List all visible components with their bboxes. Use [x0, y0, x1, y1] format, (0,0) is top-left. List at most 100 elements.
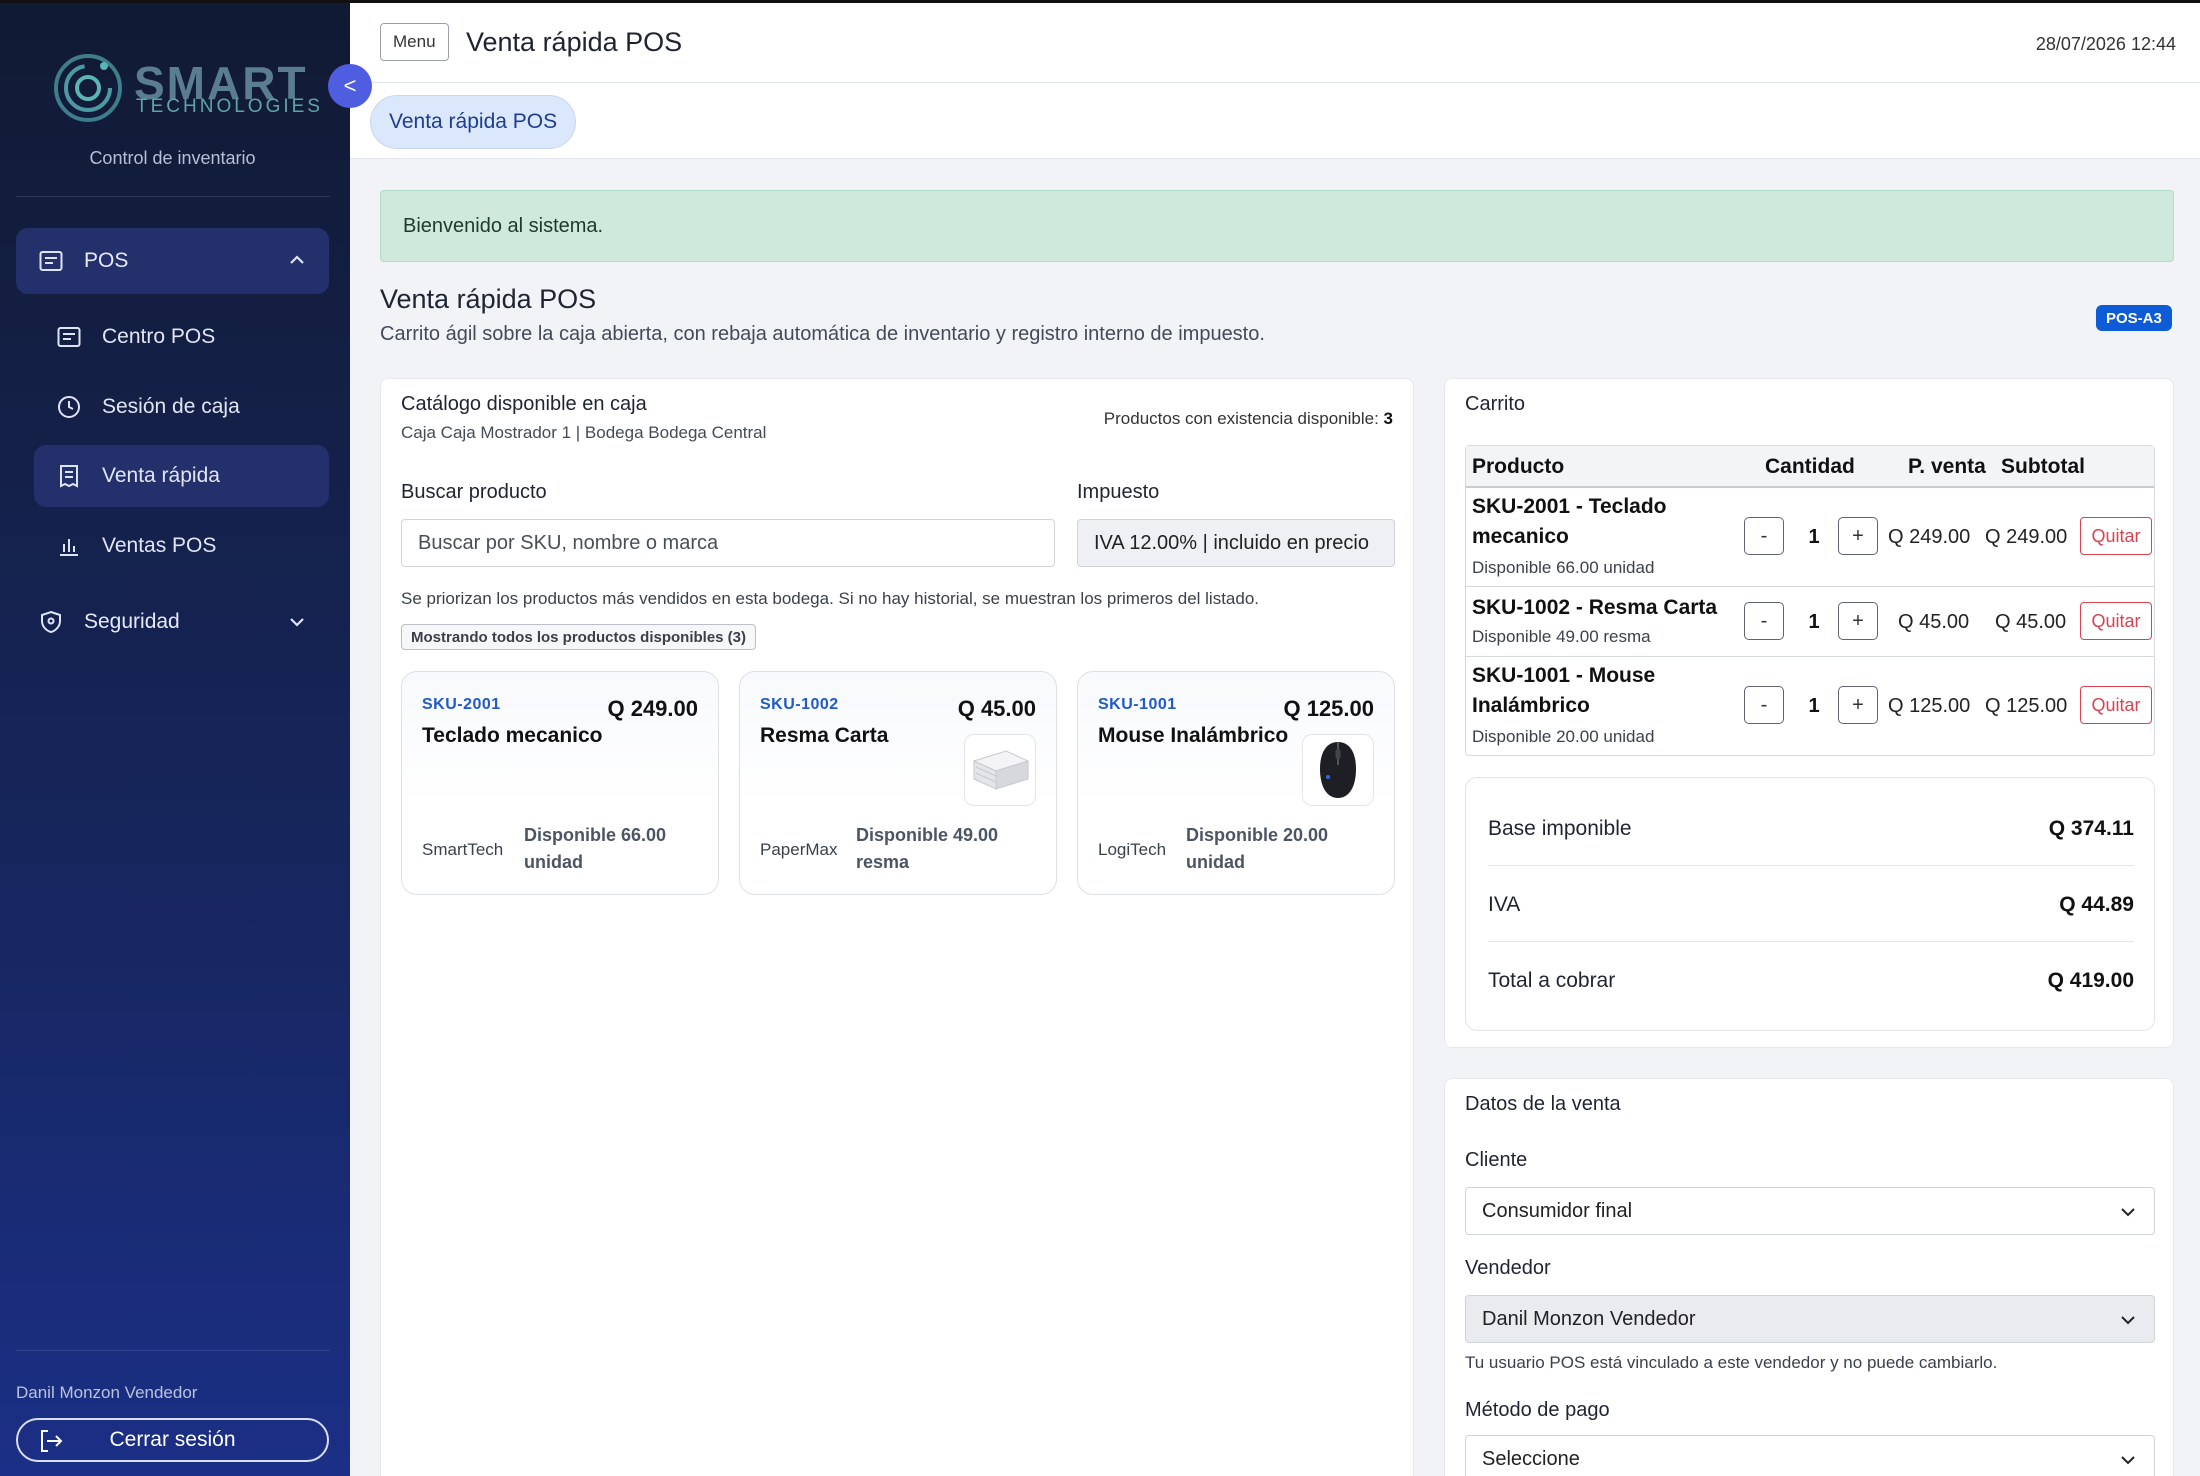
- cart-product-name: SKU-2001 - Teclado mecanico: [1472, 495, 1667, 548]
- product-brand: SmartTech: [422, 840, 504, 859]
- cart-totals: Base imponible Q 374.11 IVA Q 44.89 Tota…: [1465, 777, 2155, 1031]
- sidebar-divider: [16, 196, 330, 197]
- column-header-qty: Cantidad: [1765, 455, 1855, 478]
- catalog-card: Catálogo disponible en caja Caja Caja Mo…: [380, 378, 1414, 1476]
- cart-table-header: Producto Cantidad P. venta Subtotal: [1466, 446, 2154, 488]
- cart-product-name: SKU-1002 - Resma Carta: [1472, 596, 1718, 619]
- cart-product-availability: Disponible 66.00 unidad: [1472, 558, 1655, 577]
- total-label: Base imponible: [1488, 816, 1632, 840]
- remove-item-button[interactable]: Quitar: [2080, 517, 2152, 555]
- top-border: [0, 0, 2200, 3]
- logout-button[interactable]: Cerrar sesión: [16, 1418, 329, 1462]
- sidebar-item-sesion-caja[interactable]: Sesión de caja: [34, 376, 329, 438]
- sidebar-item-label: Ventas POS: [102, 534, 217, 557]
- payment-selected: Seleccione: [1482, 1447, 1580, 1470]
- page-description: Carrito ágil sobre la caja abierta, con …: [380, 323, 1265, 345]
- product-availability: Disponible 66.00 unidad: [524, 825, 667, 872]
- sidebar-item-ventas-pos[interactable]: Ventas POS: [34, 515, 329, 577]
- cart-product-name: SKU-1001 - Mouse Inalámbrico: [1472, 664, 1656, 717]
- invoice-icon: [56, 463, 82, 489]
- product-price: Q 125.00: [1283, 696, 1374, 721]
- cart-unit-price: Q 249.00: [1888, 526, 1971, 548]
- table-row: SKU-1001 - Mouse Inalámbrico Disponible …: [1466, 657, 2154, 755]
- chevron-down-icon: [2121, 1316, 2135, 1325]
- product-sku: SKU-1001: [1098, 696, 1177, 713]
- chevron-down-icon: [2121, 1208, 2135, 1217]
- seller-select: Danil Monzon Vendedor: [1465, 1295, 2155, 1343]
- receipt-icon: [38, 248, 64, 274]
- page-title: Venta rápida POS: [380, 284, 597, 314]
- sidebar-group-pos[interactable]: POS: [16, 228, 329, 294]
- product-name: Mouse Inalámbrico: [1098, 724, 1289, 747]
- sidebar-divider: [16, 1350, 330, 1351]
- column-header-product: Producto: [1472, 455, 1565, 478]
- product-count-value: 3: [1383, 409, 1393, 428]
- cart-subtotal: Q 249.00: [1985, 526, 2068, 548]
- logout-label: Cerrar sesión: [109, 1428, 236, 1451]
- seller-selected: Danil Monzon Vendedor: [1482, 1307, 1696, 1330]
- remove-item-button[interactable]: Quitar: [2080, 686, 2152, 724]
- table-row: SKU-1002 - Resma Carta Disponible 49.00 …: [1466, 587, 2154, 657]
- app-subtitle: Control de inventario: [89, 148, 256, 168]
- sidebar-item-venta-rapida[interactable]: Venta rápida: [34, 445, 329, 507]
- product-card[interactable]: SKU-2001 Q 249.00 Teclado mecanico Smart…: [401, 671, 719, 895]
- product-sku: SKU-2001: [422, 696, 501, 713]
- total-label: IVA: [1488, 892, 1521, 916]
- logo-subtext: TECHNOLOGIES: [136, 96, 323, 117]
- increase-qty-button[interactable]: +: [1838, 517, 1878, 555]
- increase-qty-button[interactable]: +: [1838, 686, 1878, 724]
- current-user: Danil Monzon Vendedor: [16, 1383, 198, 1402]
- payment-method-select[interactable]: Seleccione: [1465, 1435, 2155, 1476]
- welcome-alert: Bienvenido al sistema.: [380, 190, 2174, 262]
- total-row-grand: Total a cobrar Q 419.00: [1488, 944, 2134, 1018]
- qty-value: 1: [1808, 526, 1820, 548]
- sale-data-card: Datos de la venta Cliente Consumidor fin…: [1444, 1078, 2174, 1476]
- chevron-down-icon: [290, 618, 304, 627]
- logo-mark-icon: [54, 54, 122, 122]
- decrease-qty-button[interactable]: -: [1744, 686, 1784, 724]
- tax-field: IVA 12.00% | incluido en precio: [1077, 519, 1395, 567]
- chevron-down-icon: [2121, 1456, 2135, 1465]
- sidebar-item-centro-pos[interactable]: Centro POS: [34, 306, 329, 368]
- search-input[interactable]: Buscar por SKU, nombre o marca: [401, 519, 1055, 567]
- sidebar-item-label: Sesión de caja: [102, 395, 240, 418]
- cart-unit-price: Q 45.00: [1898, 611, 1970, 633]
- total-row-iva: IVA Q 44.89: [1488, 868, 2134, 942]
- column-header-subtotal: Subtotal: [2001, 455, 2085, 478]
- top-header: Menu Venta rápida POS 28/07/2026 12:44: [350, 3, 2200, 83]
- cart-title: Carrito: [1465, 393, 1526, 415]
- client-selected: Consumidor final: [1482, 1199, 1633, 1222]
- header-datetime: 28/07/2026 12:44: [2035, 34, 2176, 54]
- qty-value: 1: [1808, 695, 1820, 717]
- remove-item-button[interactable]: Quitar: [2080, 602, 2152, 640]
- product-count: Productos con existencia disponible: 3: [1104, 409, 1393, 429]
- decrease-qty-button[interactable]: -: [1744, 602, 1784, 640]
- search-label: Buscar producto: [401, 481, 547, 503]
- sidebar: SMART TECHNOLOGIES Control de inventario…: [0, 0, 350, 1476]
- total-label: Total a cobrar: [1488, 969, 1616, 992]
- product-card[interactable]: SKU-1001 Q 125.00 Mouse Inalámbrico Logi…: [1077, 671, 1395, 895]
- chevron-up-icon: [290, 255, 304, 264]
- table-row: SKU-2001 - Teclado mecanico Disponible 6…: [1466, 488, 2154, 587]
- product-count-label: Productos con existencia disponible:: [1103, 409, 1379, 428]
- sidebar-group-seguridad[interactable]: Seguridad: [16, 592, 329, 652]
- increase-qty-button[interactable]: +: [1838, 602, 1878, 640]
- bar-chart-icon: [56, 533, 82, 559]
- product-price: Q 45.00: [957, 696, 1036, 721]
- cart-product-availability: Disponible 20.00 unidad: [1472, 727, 1655, 746]
- decrease-qty-button[interactable]: -: [1744, 517, 1784, 555]
- collapse-sidebar-button[interactable]: <: [328, 64, 372, 108]
- client-select[interactable]: Consumidor final: [1465, 1187, 2155, 1235]
- cart-table: Producto Cantidad P. venta Subtotal SKU-…: [1465, 445, 2155, 756]
- sidebar-item-label: Centro POS: [102, 325, 216, 348]
- product-availability: Disponible 20.00 unidad: [1186, 825, 1329, 872]
- sidebar-group-label: POS: [84, 249, 129, 272]
- sidebar-item-label: Venta rápida: [102, 464, 220, 487]
- catalog-title: Catálogo disponible en caja: [401, 393, 647, 415]
- product-card[interactable]: SKU-1002 Q 45.00 Resma Carta PaperMax Di…: [739, 671, 1057, 895]
- status-badge: POS-A3: [2096, 305, 2172, 331]
- cart-unit-price: Q 125.00: [1888, 695, 1971, 717]
- cart-subtotal: Q 125.00: [1985, 695, 2068, 717]
- tab-venta-rapida-pos[interactable]: Venta rápida POS: [370, 95, 577, 149]
- menu-button[interactable]: Menu: [380, 23, 449, 61]
